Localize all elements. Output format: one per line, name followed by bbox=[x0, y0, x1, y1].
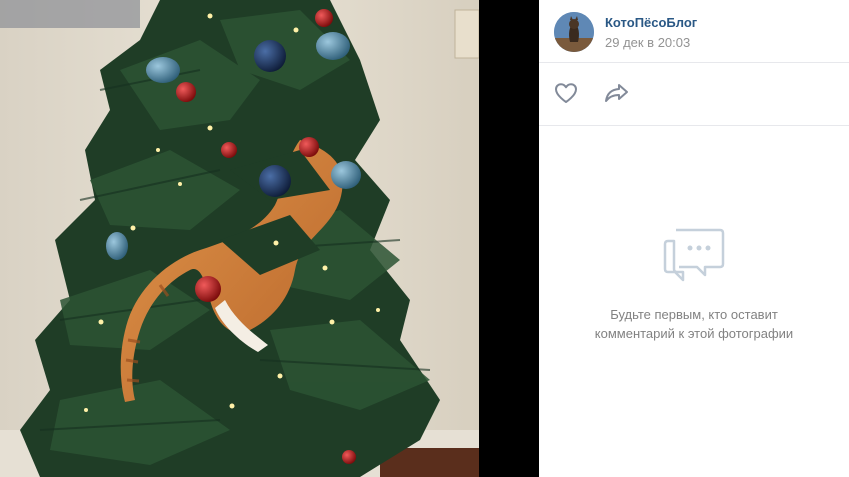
comments-empty-state: Будьте первым, кто оставит комментарий к… bbox=[539, 126, 849, 477]
post-author-header: КотоПёсоБлог 29 дек в 20:03 bbox=[539, 0, 849, 63]
info-panel: КотоПёсоБлог 29 дек в 20:03 Будьте первы… bbox=[539, 0, 849, 477]
share-button[interactable] bbox=[604, 81, 630, 105]
like-button[interactable] bbox=[553, 81, 579, 105]
photo-image[interactable] bbox=[0, 0, 479, 477]
empty-text-line1: Будьте первым, кто оставит bbox=[610, 307, 778, 322]
empty-text-line2: комментарий к этой фотографии bbox=[594, 326, 794, 341]
empty-comments-text: Будьте первым, кто оставит комментарий к… bbox=[559, 305, 829, 343]
author-avatar[interactable] bbox=[554, 12, 594, 52]
heart-icon bbox=[555, 83, 577, 103]
avatar-image bbox=[554, 12, 594, 52]
action-bar bbox=[539, 63, 849, 126]
speech-bubble-icon bbox=[663, 228, 725, 282]
author-name[interactable]: КотоПёсоБлог bbox=[605, 15, 697, 30]
share-icon bbox=[605, 84, 628, 102]
post-date[interactable]: 29 дек в 20:03 bbox=[605, 35, 690, 50]
photo-viewer[interactable] bbox=[0, 0, 539, 477]
